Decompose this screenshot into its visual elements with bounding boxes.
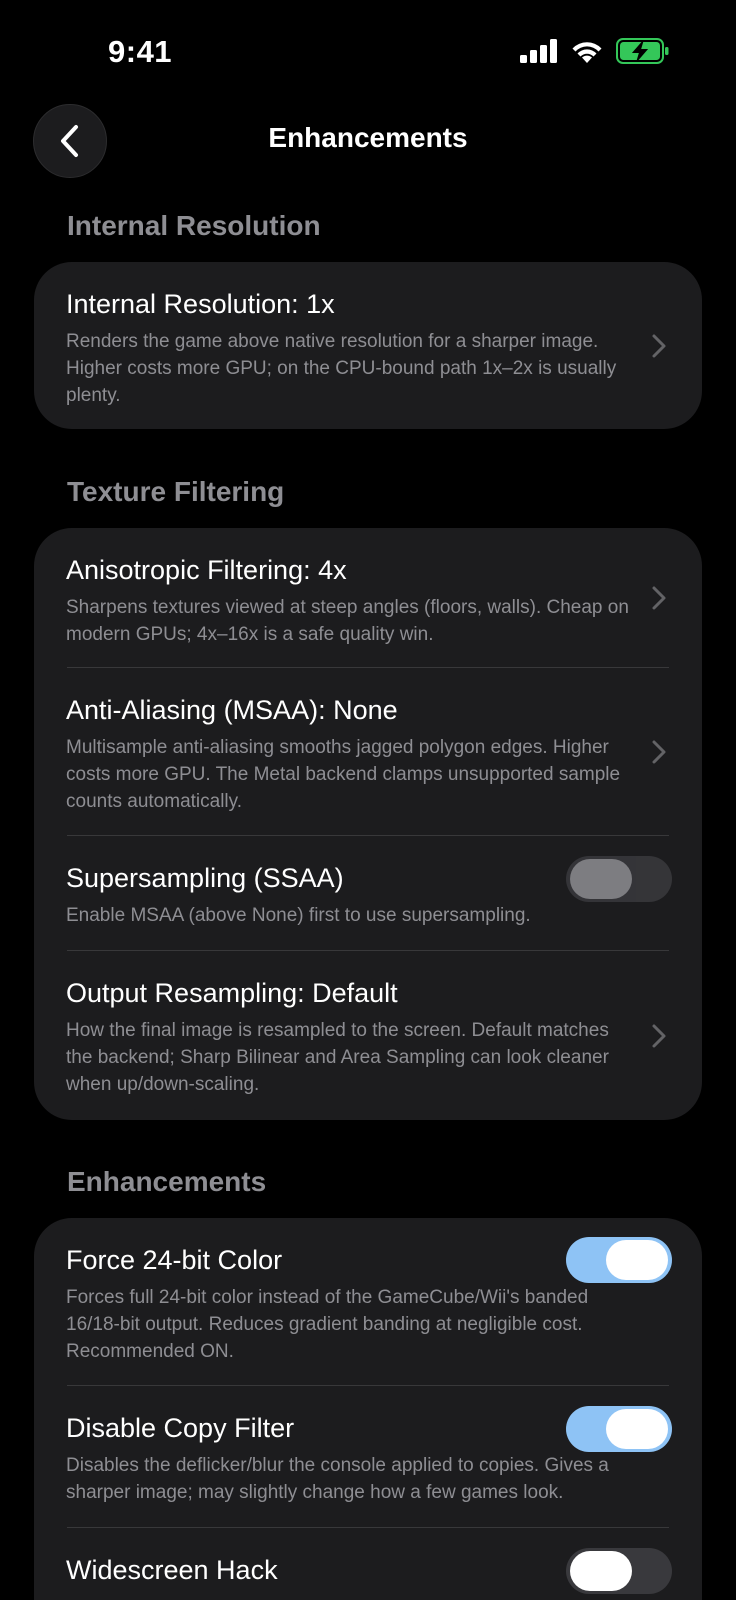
force-24bit-color-toggle[interactable] (566, 1237, 672, 1283)
card-internal-resolution: Internal Resolution: 1x Renders the game… (34, 262, 702, 429)
toggle-knob (570, 859, 632, 899)
row-title: Anisotropic Filtering: 4x (66, 555, 347, 585)
toggle-knob (606, 1240, 668, 1280)
chevron-right-icon (652, 1024, 666, 1047)
chevron-right-icon (652, 334, 666, 357)
section-header-internal-resolution: Internal Resolution (67, 210, 321, 241)
row-description: Enable MSAA (above None) first to use su… (66, 905, 531, 926)
battery-charging-icon (616, 38, 669, 64)
toggle-knob (570, 1551, 632, 1591)
row-description: Sharpens textures viewed at steep angles… (66, 597, 629, 645)
section-header-enhancements: Enhancements (67, 1166, 267, 1197)
row-disable-copy-filter: Disable Copy Filter Disables the deflick… (34, 1386, 702, 1528)
chevron-right-icon (652, 740, 666, 764)
card-texture-filtering: Anisotropic Filtering: 4x Sharpens textu… (34, 528, 702, 1120)
row-widescreen-hack: Widescreen Hack (34, 1528, 702, 1600)
supersampling-toggle[interactable] (566, 856, 672, 902)
row-description: Multisample anti-aliasing smooths jagged… (66, 737, 621, 812)
section-header-texture-filtering: Texture Filtering (67, 476, 285, 507)
card-enhancements: Force 24-bit Color Forces full 24-bit co… (34, 1218, 702, 1600)
cellular-signal-icon (520, 39, 557, 63)
row-internal-resolution[interactable]: Internal Resolution: 1x Renders the game… (34, 262, 702, 429)
row-description: Renders the game above native resolution… (66, 331, 617, 406)
navigation-bar: Enhancements (0, 100, 736, 182)
row-anti-aliasing[interactable]: Anti-Aliasing (MSAA): None Multisample a… (34, 668, 702, 836)
disable-copy-filter-toggle[interactable] (566, 1406, 672, 1452)
row-title: Output Resampling: Default (66, 978, 398, 1008)
status-bar: 9:41 (0, 0, 736, 100)
row-output-resampling[interactable]: Output Resampling: Default How the final… (34, 951, 702, 1120)
widescreen-hack-toggle[interactable] (566, 1548, 672, 1594)
row-description: Forces full 24-bit color instead of the … (66, 1287, 589, 1362)
row-title: Internal Resolution: 1x (66, 289, 335, 319)
chevron-right-icon (652, 586, 666, 610)
row-anisotropic-filtering[interactable]: Anisotropic Filtering: 4x Sharpens textu… (34, 528, 702, 668)
row-force-24bit-color: Force 24-bit Color Forces full 24-bit co… (34, 1218, 702, 1386)
row-description: How the final image is resampled to the … (66, 1020, 609, 1095)
toggle-knob (606, 1409, 668, 1449)
wifi-icon (572, 42, 602, 63)
status-time: 9:41 (108, 34, 173, 69)
page-title: Enhancements (268, 122, 468, 153)
row-description: Disables the deflicker/blur the console … (66, 1455, 609, 1503)
status-icons (520, 38, 670, 64)
row-title: Anti-Aliasing (MSAA): None (66, 695, 398, 725)
row-supersampling: Supersampling (SSAA) Enable MSAA (above … (34, 836, 702, 951)
